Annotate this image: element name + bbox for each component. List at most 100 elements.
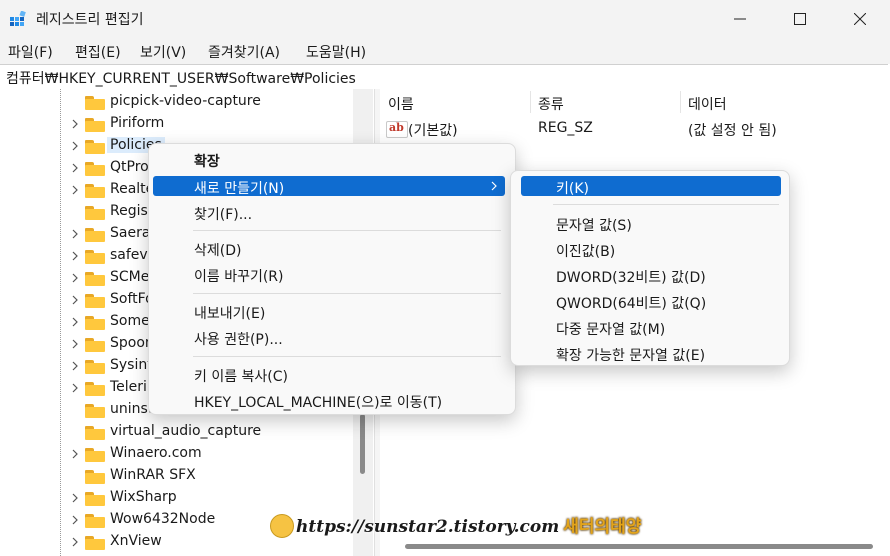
tree-item-label: picpick-video-capture	[110, 93, 261, 109]
chevron-right-icon[interactable]	[70, 448, 80, 460]
window-title: 레지스트리 편집기	[36, 12, 144, 28]
folder-icon	[85, 228, 105, 242]
chevron-right-icon	[491, 181, 497, 191]
folder-icon	[85, 382, 105, 396]
address-path: 컴퓨터₩HKEY_CURRENT_USER₩Software₩Policies	[6, 71, 356, 87]
menu-separator	[553, 204, 779, 205]
menu-file[interactable]: 파일(F)	[8, 42, 53, 62]
chevron-right-icon[interactable]	[70, 382, 80, 394]
ctx-item-goto-hklm[interactable]: HKEY_LOCAL_MACHINE(으)로 이동(T)	[153, 390, 509, 411]
ab-string-icon: ab	[386, 121, 408, 138]
tree-item-label: Some	[110, 313, 150, 329]
tree-item-label: safevi	[110, 247, 152, 263]
chevron-right-icon[interactable]	[70, 360, 80, 372]
column-data[interactable]: 데이터	[688, 94, 727, 114]
list-horizontal-scrollbar[interactable]	[380, 537, 890, 556]
tree-item-label: Piriform	[110, 115, 165, 131]
close-button[interactable]	[830, 0, 890, 38]
chevron-right-icon[interactable]	[70, 250, 80, 262]
tree-item[interactable]: WixSharp	[0, 487, 350, 509]
chevron-right-icon[interactable]	[70, 514, 80, 526]
close-icon	[854, 13, 866, 25]
ctx-item-expand[interactable]: 확장	[153, 149, 509, 170]
folder-icon	[85, 162, 105, 176]
menu-favorites[interactable]: 즐겨찾기(A)	[208, 42, 280, 62]
list-scroll-thumb[interactable]	[405, 544, 873, 549]
menu-separator	[193, 293, 501, 294]
value-type: REG_SZ	[538, 120, 593, 136]
tree-item-label: Teleri	[110, 379, 147, 395]
ctx-item-export[interactable]: 내보내기(E)	[153, 301, 509, 322]
menu-bar: 파일(F) 편집(E) 보기(V) 즐겨찾기(A) 도움말(H)	[0, 38, 890, 64]
column-name[interactable]: 이름	[388, 94, 414, 114]
tree-item-label: Winaero.com	[110, 445, 202, 461]
chevron-right-icon[interactable]	[70, 294, 80, 306]
chevron-right-icon[interactable]	[70, 316, 80, 328]
tree-item[interactable]: Piriform	[0, 113, 350, 135]
column-type[interactable]: 종류	[538, 94, 564, 114]
value-row[interactable]: ab (기본값) REG_SZ (값 설정 안 됨)	[380, 117, 890, 139]
tree-item-label: WixSharp	[110, 489, 177, 505]
folder-icon	[85, 360, 105, 374]
tree-item-label: Sysint	[110, 357, 153, 373]
ctx-item-new[interactable]: 새로 만들기(N)	[153, 176, 505, 197]
chevron-right-icon[interactable]	[70, 272, 80, 284]
folder-icon	[85, 272, 105, 286]
chevron-right-icon[interactable]	[70, 338, 80, 350]
folder-icon	[85, 118, 105, 132]
menu-separator	[193, 356, 501, 357]
value-name: (기본값)	[408, 123, 458, 139]
menu-help[interactable]: 도움말(H)	[306, 42, 366, 62]
submenu-item-expandable-string[interactable]: 확장 가능한 문자열 값(E)	[515, 343, 785, 364]
menu-view[interactable]: 보기(V)	[140, 42, 186, 62]
tree-item[interactable]: Winaero.com	[0, 443, 350, 465]
submenu-item-multi-string[interactable]: 다중 문자열 값(M)	[515, 317, 785, 338]
folder-icon	[85, 536, 105, 550]
submenu-item-string[interactable]: 문자열 값(S)	[515, 213, 785, 234]
registry-editor-icon	[10, 11, 26, 26]
emoji-icon	[270, 514, 294, 538]
watermark: https://sunstar2.tistory.com 새터의태양	[296, 512, 641, 537]
tree-scroll-thumb[interactable]	[360, 414, 365, 474]
folder-icon	[85, 470, 105, 484]
chevron-right-icon[interactable]	[70, 140, 80, 152]
folder-icon	[85, 338, 105, 352]
chevron-right-icon[interactable]	[70, 184, 80, 196]
watermark-url: https://sunstar2.tistory.com	[296, 517, 560, 537]
menu-separator	[193, 230, 501, 231]
tree-item[interactable]: picpick-video-capture	[0, 91, 350, 113]
tree-item-label: WinRAR SFX	[110, 467, 196, 483]
watermark-brand: 새터의태양	[563, 517, 642, 537]
ctx-item-find[interactable]: 찾기(F)...	[153, 202, 509, 223]
ctx-item-permissions[interactable]: 사용 권한(P)...	[153, 327, 509, 348]
maximize-button[interactable]	[770, 0, 830, 38]
address-bar[interactable]: 컴퓨터₩HKEY_CURRENT_USER₩Software₩Policies	[0, 64, 888, 90]
submenu-item-dword[interactable]: DWORD(32비트) 값(D)	[515, 265, 785, 286]
ctx-item-delete[interactable]: 삭제(D)	[153, 238, 509, 259]
menu-edit[interactable]: 편집(E)	[75, 42, 121, 62]
tree-item-label: SCMe	[110, 269, 150, 285]
tree-item-label: XnView	[110, 533, 162, 549]
submenu-item-qword[interactable]: QWORD(64비트) 값(Q)	[515, 291, 785, 312]
column-divider[interactable]	[680, 91, 681, 113]
folder-icon	[85, 140, 105, 154]
chevron-right-icon[interactable]	[70, 228, 80, 240]
maximize-icon	[794, 13, 806, 25]
ctx-item-rename[interactable]: 이름 바꾸기(R)	[153, 264, 509, 285]
chevron-right-icon[interactable]	[70, 118, 80, 130]
submenu-item-key[interactable]: 키(K)	[521, 176, 781, 197]
column-divider[interactable]	[530, 91, 531, 113]
tree-item[interactable]: WinRAR SFX	[0, 465, 350, 487]
tree-item[interactable]: virtual_audio_capture	[0, 421, 350, 443]
ctx-item-copy-key-name[interactable]: 키 이름 복사(C)	[153, 364, 509, 385]
minimize-button[interactable]	[710, 0, 770, 38]
chevron-right-icon[interactable]	[70, 492, 80, 504]
chevron-right-icon[interactable]	[70, 536, 80, 548]
submenu-item-binary[interactable]: 이진값(B)	[515, 239, 785, 260]
folder-icon	[85, 514, 105, 528]
folder-icon	[85, 316, 105, 330]
folder-icon	[85, 492, 105, 506]
folder-icon	[85, 426, 105, 440]
context-menu: 확장 새로 만들기(N) 찾기(F)... 삭제(D) 이름 바꾸기(R) 내보…	[148, 143, 516, 415]
chevron-right-icon[interactable]	[70, 162, 80, 174]
